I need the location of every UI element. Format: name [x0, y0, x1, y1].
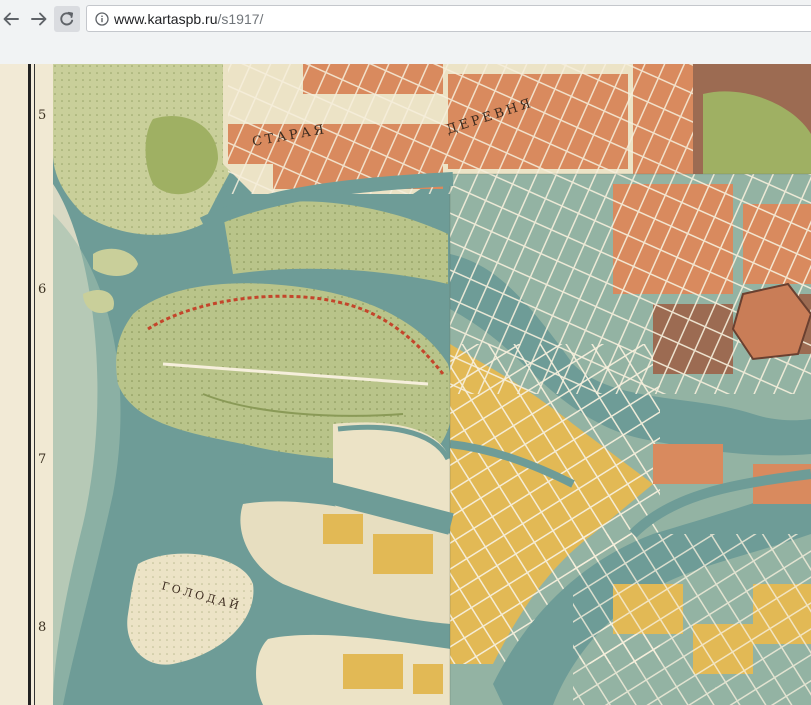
city-right-half — [449, 174, 811, 705]
map-viewport[interactable]: 5 6 7 8 СТАРАЯ ДЕРЕВНЯ ГОЛОДАЙ — [0, 64, 811, 705]
reload-icon — [60, 11, 74, 26]
url-path: /s1917/ — [217, 11, 264, 27]
arrow-right-icon — [31, 12, 47, 26]
grid-row-number: 6 — [38, 282, 47, 297]
url-host: www.kartaspb.ru — [114, 11, 218, 27]
url-text[interactable]: www.kartaspb.ru/s1917/ — [114, 11, 263, 27]
back-button[interactable] — [0, 6, 24, 32]
reload-button[interactable] — [54, 6, 80, 32]
grid-row-number: 8 — [38, 620, 47, 635]
map-margin — [0, 64, 30, 705]
map-grid-ruler — [35, 64, 53, 705]
address-bar[interactable]: www.kartaspb.ru/s1917/ — [86, 5, 811, 32]
browser-toolbar: www.kartaspb.ru/s1917/ — [0, 0, 811, 65]
arrow-left-icon — [3, 12, 19, 26]
map-frame-line — [28, 64, 31, 705]
grid-row-number: 5 — [38, 108, 47, 123]
forward-button[interactable] — [26, 6, 52, 32]
info-icon[interactable] — [95, 12, 109, 26]
grid-row-number: 7 — [38, 452, 47, 467]
map-image[interactable]: СТАРАЯ ДЕРЕВНЯ ГОЛОДАЙ — [53, 64, 811, 705]
